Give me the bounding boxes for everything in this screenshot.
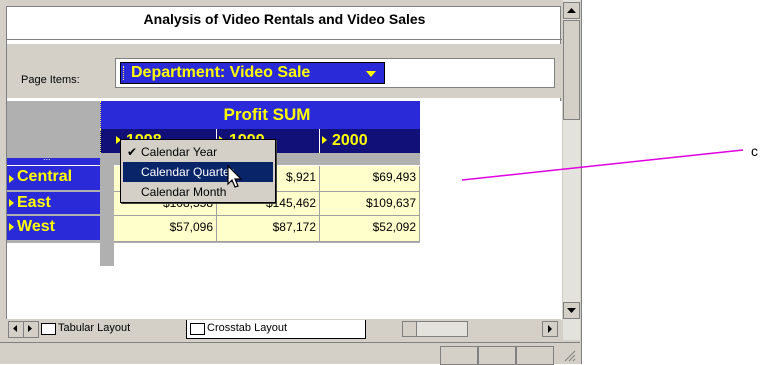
- row-axis-handle[interactable]: ...: [7, 152, 100, 165]
- scroll-right-button[interactable]: [542, 321, 558, 337]
- row-header-central[interactable]: Central: [7, 166, 100, 192]
- expand-arrow-icon[interactable]: [9, 223, 14, 231]
- status-bar: [0, 342, 580, 365]
- row-header-west[interactable]: West: [7, 216, 100, 242]
- row-axis-ellipsis: ...: [43, 152, 51, 162]
- tab-tabular-layout[interactable]: Tabular Layout: [38, 320, 206, 338]
- worksheet-tab-bar: Tabular Layout Crosstab Layout: [6, 319, 561, 339]
- menu-item-calendar-month[interactable]: Calendar Month: [123, 182, 273, 202]
- measure-handle[interactable]: [100, 101, 114, 129]
- arrow-down-icon: [567, 308, 576, 313]
- expand-arrow-icon[interactable]: [9, 199, 14, 207]
- expand-arrow-icon[interactable]: [322, 136, 327, 144]
- table-bottom: [7, 242, 420, 266]
- scroll-down-button[interactable]: [563, 302, 580, 319]
- menu-item-label: Calendar Quarter: [141, 165, 234, 179]
- scroll-left-button[interactable]: [403, 322, 417, 336]
- row-header-label: West: [17, 218, 55, 235]
- data-cell[interactable]: $87,172: [217, 216, 320, 242]
- status-pane: [478, 346, 516, 365]
- drag-handle[interactable]: [123, 66, 126, 80]
- tab-label: Tabular Layout: [58, 322, 131, 334]
- data-cell[interactable]: $52,092: [320, 216, 420, 242]
- status-pane: [516, 346, 554, 365]
- department-page-item-label: Department: Video Sale: [131, 64, 311, 81]
- measure-header[interactable]: Profit SUM: [114, 101, 420, 129]
- data-cell[interactable]: $57,096: [114, 216, 217, 242]
- arrow-right-icon: [28, 325, 32, 332]
- dropdown-arrow-icon[interactable]: [366, 71, 376, 77]
- menu-item-label: Calendar Year: [141, 145, 218, 159]
- row-header-east[interactable]: East: [7, 192, 100, 216]
- menu-item-calendar-quarter[interactable]: Calendar Quarter: [123, 162, 273, 182]
- mouse-pointer-icon: [227, 164, 243, 188]
- crosstab-corner: [7, 101, 100, 159]
- page-items-label: Page Items:: [21, 74, 80, 86]
- horizontal-scrollbar[interactable]: [402, 321, 468, 337]
- tab-crosstab-layout[interactable]: Crosstab Layout: [186, 320, 366, 339]
- arrow-left-icon: [13, 325, 17, 332]
- department-page-item[interactable]: Department: Video Sale: [120, 62, 385, 84]
- year-header-label: 2000: [332, 132, 368, 149]
- callout-line: [462, 149, 744, 181]
- expand-arrow-icon[interactable]: [9, 175, 14, 183]
- arrow-right-icon: [548, 325, 552, 333]
- tab-scroll-left-button[interactable]: [8, 321, 24, 338]
- menu-item-label: Calendar Month: [141, 185, 227, 199]
- callout-label: c: [751, 143, 758, 159]
- check-icon: ✔: [127, 145, 138, 159]
- tab-scroll-right-button[interactable]: [23, 321, 39, 338]
- menu-item-calendar-year[interactable]: ✔ Calendar Year: [123, 142, 273, 162]
- data-cell[interactable]: $69,493: [320, 166, 420, 192]
- table-icon: [41, 323, 56, 335]
- year-header[interactable]: 2000: [320, 129, 420, 153]
- resize-grip-icon[interactable]: [562, 348, 576, 362]
- row-header-label: Central: [17, 168, 73, 185]
- crosstab-icon: [190, 323, 205, 335]
- row-header-label: East: [17, 194, 51, 211]
- time-level-menu: ✔ Calendar Year Calendar Quarter Calenda…: [120, 139, 276, 203]
- data-cell[interactable]: $109,637: [320, 192, 420, 216]
- status-pane: [440, 346, 478, 365]
- year-axis-handle[interactable]: [100, 129, 114, 153]
- tab-label: Crosstab Layout: [207, 322, 288, 334]
